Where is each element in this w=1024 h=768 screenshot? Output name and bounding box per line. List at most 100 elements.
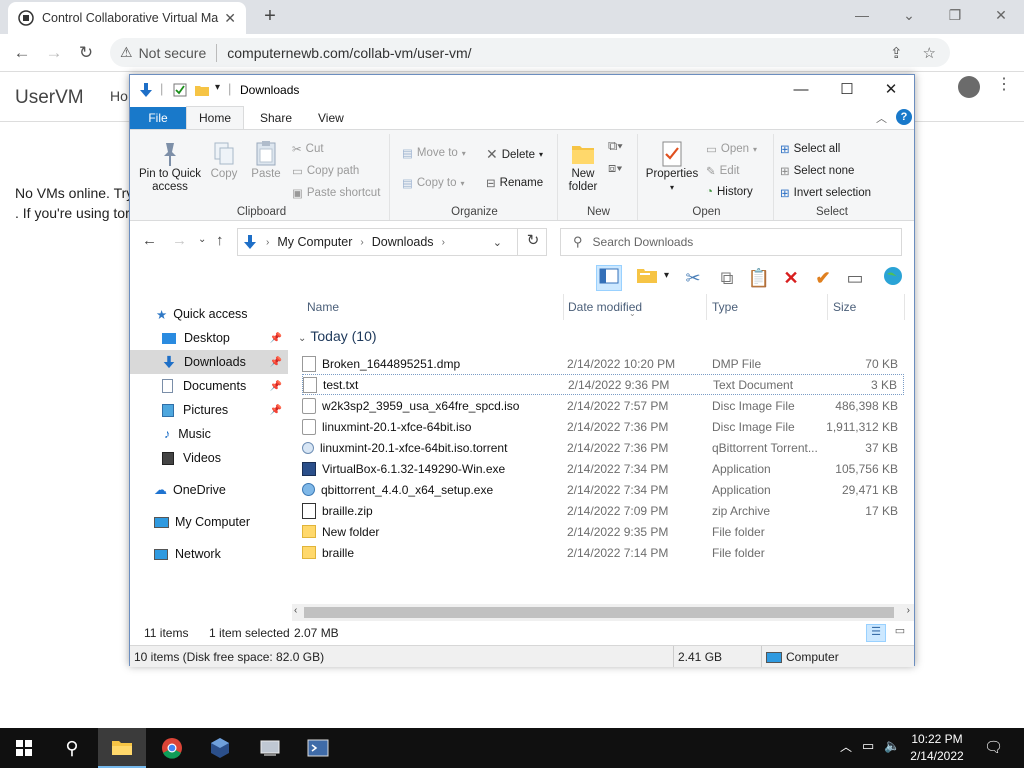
rename-button[interactable]: ⊟ Rename	[486, 176, 543, 190]
layout-dropdown-icon[interactable]: ▾	[664, 270, 669, 281]
new-folder-button[interactable]: New folder	[562, 140, 604, 194]
copy-to-button[interactable]: ▤ Copy to ▾	[402, 176, 465, 190]
back-arrow-icon[interactable]: ←	[9, 41, 35, 65]
layout-folder-icon[interactable]	[634, 265, 660, 291]
taskbar-network-app[interactable]	[246, 728, 294, 768]
breadcrumb-downloads[interactable]: Downloads	[372, 235, 434, 249]
edit-button[interactable]: ✎ Edit	[706, 164, 739, 178]
pin-icon[interactable]: 📌	[270, 405, 282, 416]
group-header[interactable]: ⌄ Today (10)	[298, 328, 377, 344]
globe-icon[interactable]	[880, 265, 906, 291]
pin-icon[interactable]: 📌	[270, 333, 282, 344]
new-item-icon[interactable]: ⧉▾	[608, 138, 623, 154]
forward-arrow-icon[interactable]: →	[41, 41, 67, 65]
properties-button[interactable]: Properties ▾	[642, 140, 702, 194]
security-label[interactable]: Not secure	[139, 45, 207, 61]
file-row[interactable]: New folder 2/14/2022 9:35 PM File folder	[302, 521, 904, 542]
quick-access-dropdown-icon[interactable]: ▾	[215, 82, 220, 93]
browser-menu-icon[interactable]: ⋮	[996, 74, 1012, 98]
forward-icon[interactable]: →	[172, 232, 187, 249]
collapse-ribbon-icon[interactable]: ︿	[876, 110, 887, 126]
address-bar[interactable]: ⚠ Not secure computernewb.com/collab-vm/…	[110, 38, 950, 67]
browser-tab-search-icon[interactable]: ⌄	[894, 4, 924, 26]
tab-file[interactable]: File	[130, 107, 186, 129]
breadcrumb-my-computer[interactable]: My Computer	[277, 235, 352, 249]
show-hidden-icons-chevron-icon[interactable]: ︿	[840, 738, 852, 755]
cut-scissors-icon[interactable]: ✂	[680, 265, 706, 291]
details-view-icon[interactable]: ☰	[866, 624, 886, 642]
scroll-left-icon[interactable]: ‹	[294, 605, 297, 616]
help-icon[interactable]: ?	[896, 109, 912, 125]
select-none-button[interactable]: ⊞ Select none	[780, 164, 854, 178]
history-button[interactable]: ◔ History	[706, 186, 753, 198]
rename-field-icon[interactable]: ▭	[842, 265, 868, 291]
copy-pages-icon[interactable]: ⧉	[714, 265, 740, 291]
nav-item-music[interactable]: ♪ Music	[130, 422, 288, 446]
file-row[interactable]: braille 2/14/2022 7:14 PM File folder	[302, 542, 904, 563]
back-icon[interactable]: ←	[142, 232, 157, 249]
file-row-selected[interactable]: test.txt 2/14/2022 9:36 PM Text Document…	[302, 374, 904, 395]
reload-icon[interactable]: ↻	[73, 41, 99, 65]
scroll-right-icon[interactable]: ›	[907, 605, 910, 616]
nav-item-quick-access[interactable]: ★ Quick access	[130, 302, 288, 326]
column-divider[interactable]	[563, 294, 564, 320]
search-box[interactable]: ⚲ Search Downloads	[560, 228, 902, 256]
address-breadcrumb[interactable]: › My Computer › Downloads › ⌄	[237, 228, 547, 256]
system-clock[interactable]: 10:22 PM 2/14/2022	[902, 731, 972, 765]
column-header-name[interactable]: Name	[307, 294, 339, 320]
browser-tab[interactable]: Control Collaborative Virtual Ma ✕	[8, 2, 246, 34]
copy-path-button[interactable]: ▭ Copy path	[292, 164, 359, 178]
new-tab-button[interactable]: +	[258, 5, 282, 29]
file-row[interactable]: w2k3sp2_3959_usa_x64fre_spcd.iso 2/14/20…	[302, 395, 904, 416]
breadcrumb-separator-icon[interactable]: ›	[360, 237, 363, 248]
breadcrumb-separator-icon[interactable]: ›	[442, 237, 445, 248]
scrollbar-thumb[interactable]	[304, 607, 894, 618]
taskbar-virtualbox[interactable]	[196, 728, 244, 768]
paste-button[interactable]: Paste	[246, 140, 286, 181]
column-divider[interactable]	[904, 294, 905, 320]
select-all-button[interactable]: ⊞ Select all	[780, 142, 840, 156]
column-header-size[interactable]: Size	[833, 294, 856, 320]
collapse-chevron-icon[interactable]: ⌄	[298, 333, 306, 344]
file-row[interactable]: linuxmint-20.1-xfce-64bit.iso 2/14/2022 …	[302, 416, 904, 437]
warning-icon[interactable]: ⚠	[120, 44, 133, 61]
preview-pane-icon[interactable]	[596, 265, 622, 291]
cut-button[interactable]: ✂ Cut	[292, 142, 324, 156]
browser-close-button[interactable]: ✕	[986, 4, 1016, 26]
nav-item-documents[interactable]: Documents 📌	[130, 374, 288, 398]
address-dropdown-icon[interactable]: ⌄	[493, 236, 502, 249]
nav-item-videos[interactable]: Videos	[130, 446, 288, 470]
copy-button[interactable]: Copy	[204, 140, 244, 181]
new-folder-icon[interactable]	[194, 82, 210, 98]
refresh-icon[interactable]: ↻	[517, 228, 548, 256]
checkmark-icon[interactable]: ✔	[810, 265, 836, 291]
properties-check-icon[interactable]	[172, 82, 188, 98]
pin-icon[interactable]: 📌	[270, 381, 282, 392]
up-icon[interactable]: ↑	[216, 232, 224, 249]
column-divider[interactable]	[706, 294, 707, 320]
taskbar-cmd-app[interactable]	[294, 728, 342, 768]
nav-item-pictures[interactable]: Pictures 📌	[130, 398, 288, 422]
move-to-button[interactable]: ▤ Move to ▾	[402, 146, 466, 160]
minimize-button[interactable]: —	[778, 75, 824, 105]
download-arrow-icon[interactable]	[138, 82, 154, 98]
invert-selection-button[interactable]: ⊞ Invert selection	[780, 186, 871, 200]
site-brand[interactable]: UserVM	[15, 87, 84, 109]
taskbar-chrome[interactable]	[148, 728, 196, 768]
delete-red-x-icon[interactable]: ✕	[778, 265, 804, 291]
recent-locations-icon[interactable]: ⌄	[198, 234, 206, 245]
network-tray-icon[interactable]: ▭	[862, 738, 874, 754]
file-row[interactable]: braille.zip 2/14/2022 7:09 PM zip Archiv…	[302, 500, 904, 521]
tab-close-icon[interactable]: ✕	[224, 10, 236, 27]
nav-item-downloads[interactable]: Downloads 📌	[130, 350, 288, 374]
nav-item-onedrive[interactable]: ☁ OneDrive	[130, 478, 288, 502]
notifications-icon[interactable]: 🗨	[984, 738, 1003, 756]
tab-home[interactable]: Home	[186, 106, 244, 130]
delete-button[interactable]: ✕ Delete ▾	[486, 146, 543, 163]
large-icons-view-icon[interactable]: ▭	[890, 624, 910, 642]
share-icon[interactable]: ⇪	[890, 44, 903, 62]
taskbar-file-explorer[interactable]	[98, 728, 146, 768]
site-nav-home[interactable]: Ho	[110, 88, 128, 104]
file-row[interactable]: Broken_1644895251.dmp 2/14/2022 10:20 PM…	[302, 353, 904, 374]
url-text[interactable]: computernewb.com/collab-vm/user-vm/	[227, 45, 471, 61]
